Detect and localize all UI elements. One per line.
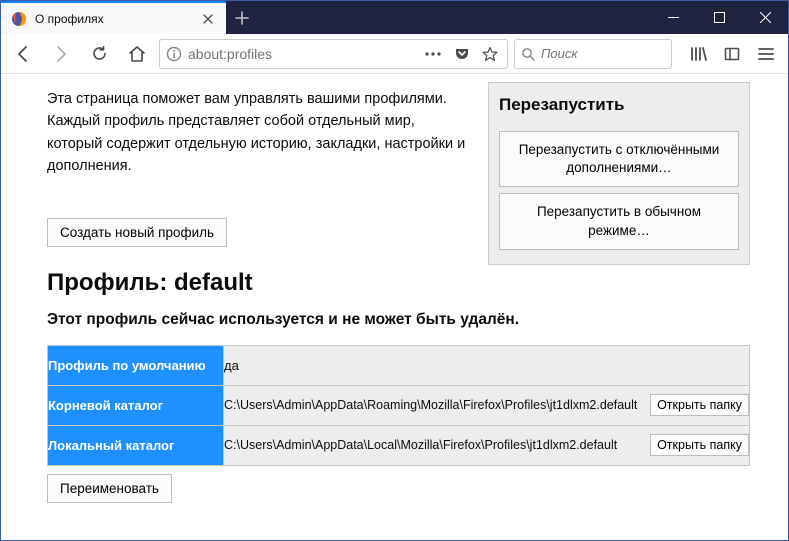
root-dir-label: Корневой каталог (48, 385, 224, 425)
app-menu-button[interactable] (750, 38, 782, 70)
url-bar[interactable]: about:profiles (159, 39, 508, 69)
window-maximize-button[interactable] (696, 1, 742, 34)
restart-heading: Перезапустить (499, 95, 739, 115)
open-root-folder-button[interactable]: Открыть папку (650, 394, 749, 416)
browser-tab[interactable]: О профилях (1, 1, 226, 34)
table-row: Локальный каталог C:\Users\Admin\AppData… (48, 425, 750, 465)
new-tab-button[interactable] (226, 1, 258, 34)
window-controls (650, 1, 788, 34)
restart-addons-disabled-button[interactable]: Перезапустить с отключёнными дополнениям… (499, 131, 739, 187)
search-bar[interactable]: Поиск (514, 39, 672, 69)
default-profile-value: да (224, 358, 239, 373)
profile-table: Профиль по умолчанию да Корневой каталог… (47, 345, 750, 466)
default-profile-label: Профиль по умолчанию (48, 345, 224, 385)
page-actions-icon[interactable] (421, 51, 445, 57)
search-placeholder: Поиск (541, 46, 578, 61)
root-dir-value: C:\Users\Admin\AppData\Roaming\Mozilla\F… (224, 398, 637, 412)
page-content: Перезапустить Перезапустить с отключённы… (1, 74, 788, 539)
firefox-favicon-icon (11, 11, 27, 27)
restart-panel: Перезапустить Перезапустить с отключённы… (488, 82, 750, 265)
titlebar: О профилях (1, 1, 788, 34)
open-local-folder-button[interactable]: Открыть папку (650, 434, 749, 456)
profile-in-use-msg: Этот профиль сейчас используется и не мо… (47, 311, 750, 329)
tab-close-icon[interactable] (200, 11, 216, 27)
local-dir-value: C:\Users\Admin\AppData\Local\Mozilla\Fir… (224, 438, 617, 452)
identity-info-icon[interactable] (166, 46, 182, 62)
library-button[interactable] (682, 38, 714, 70)
profile-heading: Профиль: default (47, 269, 750, 297)
create-profile-button[interactable]: Создать новый профиль (47, 218, 227, 247)
forward-button[interactable] (45, 38, 77, 70)
home-button[interactable] (121, 38, 153, 70)
rename-profile-button[interactable]: Переименовать (47, 474, 172, 503)
window-close-button[interactable] (742, 1, 788, 34)
intro-text: Эта страница поможет вам управлять вашим… (47, 88, 467, 178)
table-row: Корневой каталог C:\Users\Admin\AppData\… (48, 385, 750, 425)
restart-normal-button[interactable]: Перезапустить в обычном режиме… (499, 193, 739, 249)
bookmark-star-icon[interactable] (479, 46, 501, 62)
table-row: Профиль по умолчанию да (48, 345, 750, 385)
url-text: about:profiles (188, 46, 415, 62)
back-button[interactable] (7, 38, 39, 70)
tab-title: О профилях (35, 12, 192, 26)
reload-button[interactable] (83, 38, 115, 70)
window-minimize-button[interactable] (650, 1, 696, 34)
search-icon (521, 47, 535, 61)
pocket-icon[interactable] (451, 46, 473, 62)
sidebar-button[interactable] (716, 38, 748, 70)
nav-toolbar: about:profiles Поиск (1, 34, 788, 74)
local-dir-label: Локальный каталог (48, 425, 224, 465)
